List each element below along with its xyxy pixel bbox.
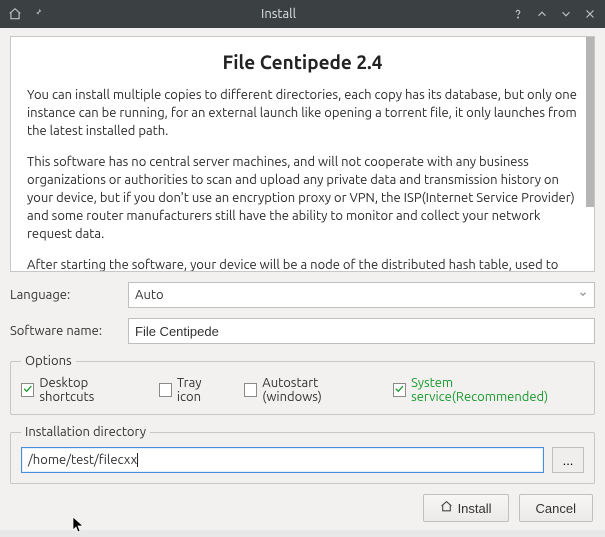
language-value: Auto: [135, 288, 164, 302]
language-label: Language:: [10, 288, 120, 302]
install-button[interactable]: Install: [423, 494, 509, 522]
system-service-label: System service(Recommended): [411, 376, 584, 404]
maximize-icon[interactable]: [559, 7, 573, 21]
install-dir-legend: Installation directory: [21, 425, 150, 439]
pin-icon[interactable]: [32, 7, 46, 21]
app-heading: File Centipede 2.4: [27, 51, 578, 73]
install-dir-group: Installation directory /home/test/filecx…: [10, 425, 595, 484]
browse-button[interactable]: ...: [552, 447, 584, 473]
options-group: Options Desktop shortcuts Tray icon Auto…: [10, 354, 595, 415]
install-dir-input[interactable]: /home/test/filecxx: [21, 447, 544, 473]
desktop-shortcuts-label: Desktop shortcuts: [39, 376, 140, 404]
language-select[interactable]: Auto: [128, 282, 595, 308]
text-caret: [137, 453, 138, 467]
cursor-icon: [72, 516, 86, 537]
tray-icon-label: Tray icon: [177, 376, 226, 404]
install-button-label: Install: [458, 501, 492, 516]
checkbox-icon: [21, 383, 34, 397]
dialog-footer: Install Cancel: [10, 494, 595, 522]
cancel-button-label: Cancel: [536, 501, 576, 516]
cancel-button[interactable]: Cancel: [519, 494, 593, 522]
description-para-3: After starting the software, your device…: [27, 257, 578, 273]
desktop-shortcuts-checkbox[interactable]: Desktop shortcuts: [21, 376, 141, 404]
description-para-1: You can install multiple copies to diffe…: [27, 87, 578, 141]
help-icon[interactable]: [511, 7, 525, 21]
description-box: File Centipede 2.4 You can install multi…: [10, 36, 595, 272]
checkbox-icon: [159, 383, 172, 397]
window-title: Install: [46, 7, 511, 21]
install-dir-value: /home/test/filecxx: [28, 453, 137, 467]
description-para-2: This software has no central server mach…: [27, 154, 578, 244]
checkbox-icon: [244, 383, 257, 397]
minimize-icon[interactable]: [535, 7, 549, 21]
dialog-body: File Centipede 2.4 You can install multi…: [0, 28, 605, 530]
tray-icon-checkbox[interactable]: Tray icon: [159, 376, 226, 404]
close-icon[interactable]: [583, 7, 597, 21]
system-service-checkbox[interactable]: System service(Recommended): [393, 376, 584, 404]
home-icon: [440, 500, 453, 516]
titlebar: Install: [0, 0, 605, 28]
software-name-label: Software name:: [10, 324, 120, 338]
autostart-checkbox[interactable]: Autostart (windows): [244, 376, 375, 404]
checkbox-icon: [393, 383, 406, 397]
software-name-input[interactable]: [128, 318, 595, 344]
options-legend: Options: [21, 354, 76, 368]
autostart-label: Autostart (windows): [262, 376, 374, 404]
scrollbar-thumb[interactable]: [586, 37, 594, 207]
chevron-down-icon: [578, 288, 588, 302]
home-icon[interactable]: [8, 7, 22, 21]
